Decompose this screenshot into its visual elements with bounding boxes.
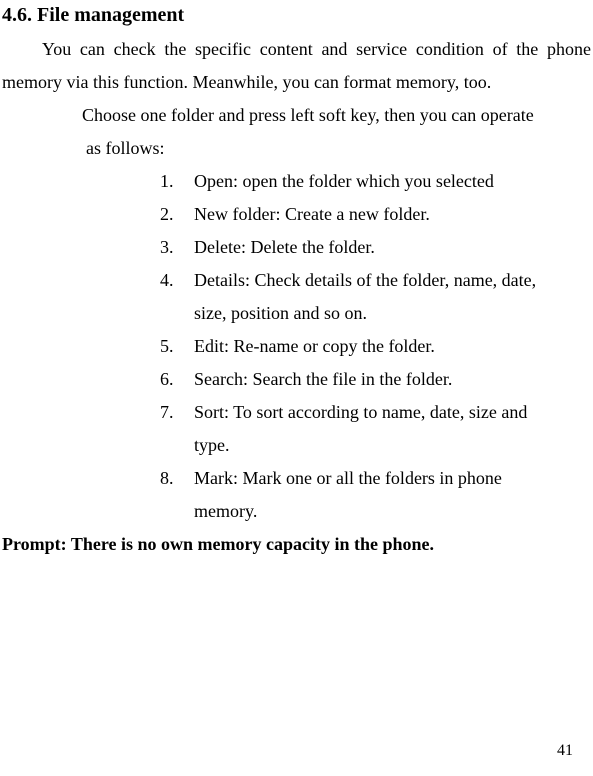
list-item: 6. Search: Search the file in the folder. [160, 363, 563, 396]
list-item: 1. Open: open the folder which you select… [160, 165, 563, 198]
list-item: 7. Sort: To sort according to name, date,… [160, 396, 563, 462]
intro-paragraph: You can check the specific content and s… [2, 33, 591, 99]
list-number: 7. [160, 396, 174, 429]
list-number: 3. [160, 231, 174, 264]
list-item: 8. Mark: Mark one or all the folders in p… [160, 462, 563, 528]
numbered-list: 1. Open: open the folder which you select… [0, 165, 593, 528]
list-item: 2. New folder: Create a new folder. [160, 198, 563, 231]
list-item: 4. Details: Check details of the folder, … [160, 264, 563, 330]
list-text: Delete: Delete the folder. [194, 237, 375, 257]
list-text: Details: Check details of the folder, na… [194, 270, 536, 323]
list-text: Sort: To sort according to name, date, s… [194, 402, 527, 455]
list-item: 3. Delete: Delete the folder. [160, 231, 563, 264]
list-text: Edit: Re-name or copy the folder. [194, 336, 435, 356]
list-text: Open: open the folder which you selected [194, 171, 494, 191]
instruction-paragraph: Choose one folder and press left soft ke… [86, 99, 593, 165]
page-number: 41 [557, 742, 573, 760]
list-number: 4. [160, 264, 174, 297]
intro-text: You can check the specific content and s… [2, 39, 591, 92]
prompt-line: Prompt: There is no own memory capacity … [2, 528, 593, 561]
list-item: 5. Edit: Re-name or copy the folder. [160, 330, 563, 363]
document-page: 4.6. File management You can check the s… [0, 4, 593, 776]
instruction-text: Choose one folder and press left soft ke… [86, 99, 553, 165]
list-number: 1. [160, 165, 174, 198]
list-text: Mark: Mark one or all the folders in pho… [194, 468, 502, 521]
section-heading: 4.6. File management [0, 4, 593, 27]
list-text: New folder: Create a new folder. [194, 204, 430, 224]
list-text: Search: Search the file in the folder. [194, 369, 452, 389]
list-number: 2. [160, 198, 174, 231]
list-number: 8. [160, 462, 174, 495]
list-number: 6. [160, 363, 174, 396]
list-number: 5. [160, 330, 174, 363]
